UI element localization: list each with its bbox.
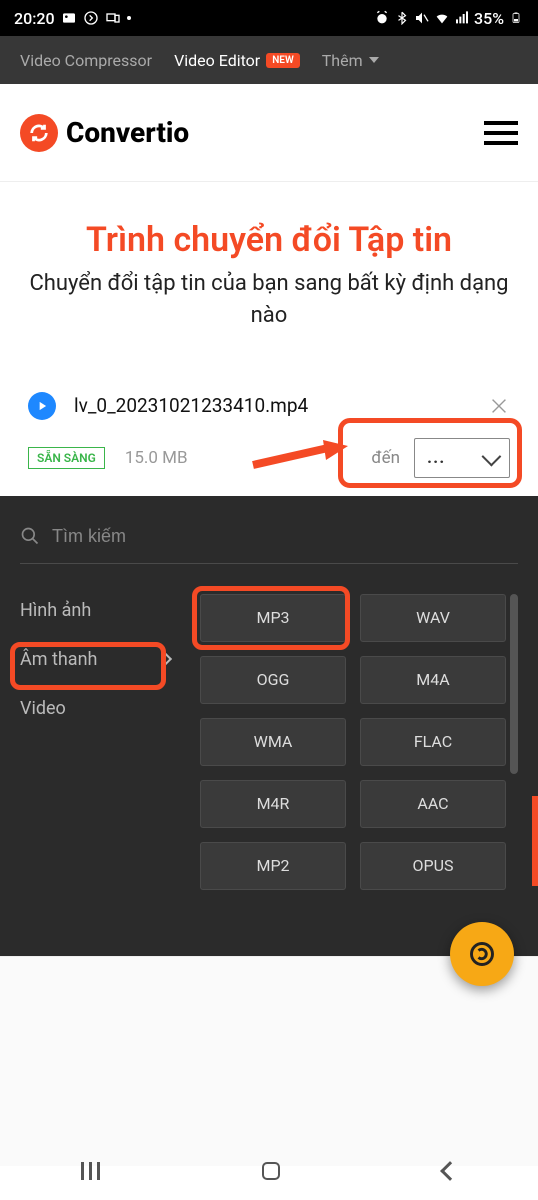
format-mp2[interactable]: MP2: [200, 842, 346, 890]
category-audio[interactable]: Âm thanh: [20, 649, 170, 670]
battery-text: 35%: [474, 9, 504, 28]
nav-video-compressor[interactable]: Video Compressor: [20, 51, 152, 70]
top-nav: Video Compressor Video Editor NEW Thêm: [0, 36, 538, 84]
nav-home-button[interactable]: [262, 1162, 280, 1180]
alarm-icon: [374, 10, 390, 26]
chevron-down-icon: [482, 446, 502, 466]
chevron-right-icon: [158, 652, 172, 666]
page-title: Trình chuyển đổi Tập tin: [20, 220, 518, 260]
file-card: lv_0_20231021233410.mp4 SẴN SÀNG 15.0 MB…: [0, 372, 538, 496]
format-opus[interactable]: OPUS: [360, 842, 506, 890]
ready-badge: SẴN SÀNG: [28, 447, 105, 469]
format-wav[interactable]: WAV: [360, 594, 506, 642]
format-search: [20, 526, 518, 564]
format-mp3[interactable]: MP3: [200, 594, 346, 642]
file-name: lv_0_20231021233410.mp4: [74, 394, 470, 417]
image-icon: [61, 10, 77, 26]
category-list: Hình ảnh Âm thanh Video: [20, 594, 170, 890]
bottom-area: [0, 956, 538, 1166]
nav-recents-button[interactable]: [81, 1162, 100, 1180]
nav-more[interactable]: Thêm: [322, 51, 379, 70]
format-current: ...: [427, 447, 445, 468]
page-subtitle: Chuyển đổi tập tin của bạn sang bất kỳ đ…: [20, 268, 518, 332]
format-m4a[interactable]: M4A: [360, 656, 506, 704]
status-time: 20:20: [14, 9, 55, 28]
fab-button[interactable]: [450, 922, 514, 986]
logo-mark-icon: [20, 114, 58, 152]
search-icon: [20, 526, 40, 546]
play-icon[interactable]: [28, 392, 56, 420]
battery-icon: [508, 10, 524, 26]
circle-chevron-icon: [83, 10, 99, 26]
format-flac[interactable]: FLAC: [360, 718, 506, 766]
format-m4r[interactable]: M4R: [200, 780, 346, 828]
file-size: 15.0 MB: [125, 448, 188, 468]
category-image[interactable]: Hình ảnh: [20, 600, 170, 621]
file-row: lv_0_20231021233410.mp4: [28, 384, 510, 438]
wifi-icon: [434, 10, 450, 26]
nav-video-editor[interactable]: Video Editor NEW: [174, 51, 300, 70]
format-select[interactable]: ...: [414, 438, 510, 478]
chevron-down-icon: [369, 57, 379, 63]
new-badge: NEW: [266, 53, 300, 68]
dot-icon: [127, 16, 131, 20]
format-grid: MP3 WAV OGG M4A WMA FLAC M4R AAC MP2 OPU…: [200, 594, 518, 890]
category-video[interactable]: Video: [20, 698, 170, 719]
remove-file-button[interactable]: [488, 395, 510, 417]
mute-icon: [414, 10, 430, 26]
hero: Trình chuyển đổi Tập tin Chuyển đổi tập …: [0, 182, 538, 372]
menu-button[interactable]: [484, 121, 518, 145]
annotation-arrow-icon: [248, 440, 348, 470]
format-search-input[interactable]: [52, 526, 518, 547]
format-ogg[interactable]: OGG: [200, 656, 346, 704]
site-header: Convertio: [0, 84, 538, 182]
logo[interactable]: Convertio: [20, 114, 189, 152]
android-status-bar: 20:20 35%: [0, 0, 538, 36]
format-aac[interactable]: AAC: [360, 780, 506, 828]
format-dropdown-panel: Hình ảnh Âm thanh Video MP3 WAV OGG M4A …: [0, 496, 538, 956]
bluetooth-icon: [394, 10, 410, 26]
logo-text: Convertio: [66, 116, 189, 149]
copyleft-icon: [468, 940, 496, 968]
format-wma[interactable]: WMA: [200, 718, 346, 766]
nav-back-button[interactable]: [440, 1161, 460, 1181]
file-meta-row: SẴN SÀNG 15.0 MB đến ...: [28, 438, 510, 478]
scrollbar[interactable]: [510, 594, 518, 774]
to-label: đến: [371, 448, 400, 468]
devices-icon: [105, 10, 121, 26]
signal-icon: [454, 10, 470, 26]
convert-button-edge[interactable]: [532, 796, 538, 886]
android-nav-bar: [0, 1142, 538, 1200]
